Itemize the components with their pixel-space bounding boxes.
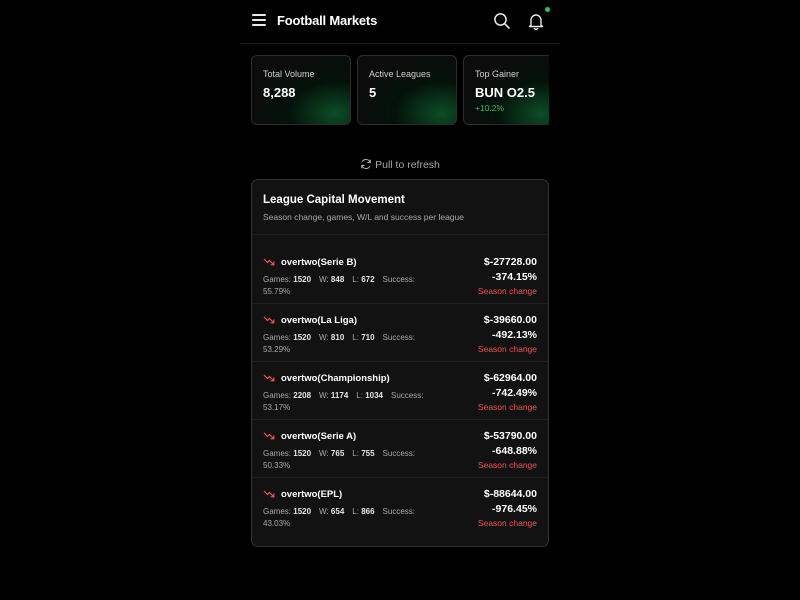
app-screen: Football Markets Total Volume 8,288 Acti…: [240, 0, 560, 600]
trend-down-icon: [263, 258, 275, 266]
capital-amount: $-53790.00: [483, 430, 537, 442]
trend-down-icon: [263, 316, 275, 324]
bell-icon[interactable]: [527, 12, 545, 30]
league-stats: Games: 1520 W: 765 L: 755 Success: 50.33%: [263, 449, 416, 470]
trend-down-icon: [263, 490, 275, 498]
stat-value: 8,288: [263, 85, 296, 100]
stat-label: Total Volume: [263, 69, 315, 79]
panel-header: League Capital Movement Season change, g…: [252, 180, 548, 235]
league-list: overtwo(Serie B) Games: 1520 W: 848 L: 672…: [252, 246, 548, 536]
league-stats: Games: 2208 W: 1174 L: 1034 Success: 53.17%: [263, 391, 424, 412]
league-row[interactable]: overtwo(Serie B) Games: 1520 W: 848 L: 672…: [252, 246, 548, 304]
stat-value: 5: [369, 85, 377, 100]
panel-title: League Capital Movement: [263, 194, 405, 206]
menu-icon[interactable]: [252, 14, 266, 28]
capital-amount: $-88644.00: [483, 488, 537, 500]
trend-down-icon: [263, 374, 275, 382]
pull-to-refresh[interactable]: Pull to refresh: [240, 158, 560, 174]
page-title: Football Markets: [277, 13, 378, 28]
season-change-label: Season change: [477, 344, 537, 354]
trend-down-icon: [263, 432, 275, 440]
stat-card-total-volume[interactable]: Total Volume 8,288: [251, 55, 351, 125]
stat-label: Top Gainer: [475, 69, 520, 79]
season-change-label: Season change: [477, 402, 537, 412]
stat-label: Active Leagues: [369, 69, 431, 79]
league-row[interactable]: overtwo(Serie A) Games: 1520 W: 765 L: 755…: [252, 420, 548, 478]
league-stats: Games: 1520 W: 848 L: 672 Success: 55.79%: [263, 275, 416, 296]
change-percent: -742.49%: [492, 387, 537, 399]
stat-card-top-gainer[interactable]: Top Gainer BUN O2.5 +10.2%: [463, 55, 549, 125]
season-change-label: Season change: [477, 518, 537, 528]
stat-card-active-leagues[interactable]: Active Leagues 5: [357, 55, 457, 125]
change-percent: -976.45%: [492, 503, 537, 515]
refresh-icon: [361, 158, 371, 170]
notification-dot: [545, 7, 550, 12]
season-change-label: Season change: [477, 460, 537, 470]
capital-amount: $-62964.00: [483, 372, 537, 384]
league-row[interactable]: overtwo(Championship) Games: 2208 W: 1174…: [252, 362, 548, 420]
capital-amount: $-39660.00: [483, 314, 537, 326]
league-capital-panel: League Capital Movement Season change, g…: [251, 179, 549, 547]
refresh-label: Pull to refresh: [375, 159, 440, 171]
stats-carousel[interactable]: Total Volume 8,288 Active Leagues 5 Top …: [251, 55, 549, 125]
season-change-label: Season change: [477, 286, 537, 296]
league-name: overtwo(Serie B): [281, 257, 357, 268]
capital-amount: $-27728.00: [483, 256, 537, 268]
panel-subtitle: Season change, games, W/L and success pe…: [263, 212, 464, 222]
stat-change: +10.2%: [475, 103, 505, 113]
league-row[interactable]: overtwo(La Liga) Games: 1520 W: 810 L: 710…: [252, 304, 548, 362]
app-header: Football Markets: [240, 0, 560, 44]
change-percent: -492.13%: [492, 329, 537, 341]
change-percent: -374.15%: [492, 271, 537, 283]
search-icon[interactable]: [493, 12, 511, 30]
league-stats: Games: 1520 W: 810 L: 710 Success: 53.29%: [263, 333, 416, 354]
stat-value: BUN O2.5: [475, 85, 535, 100]
league-row[interactable]: overtwo(EPL) Games: 1520 W: 654 L: 866 Succ…: [252, 478, 548, 536]
league-name: overtwo(EPL): [281, 489, 343, 500]
league-name: overtwo(Serie A): [281, 431, 357, 442]
league-stats: Games: 1520 W: 654 L: 866 Success: 43.03%: [263, 507, 416, 528]
change-percent: -648.88%: [492, 445, 537, 457]
league-name: overtwo(Championship): [281, 373, 390, 384]
league-name: overtwo(La Liga): [281, 315, 358, 326]
